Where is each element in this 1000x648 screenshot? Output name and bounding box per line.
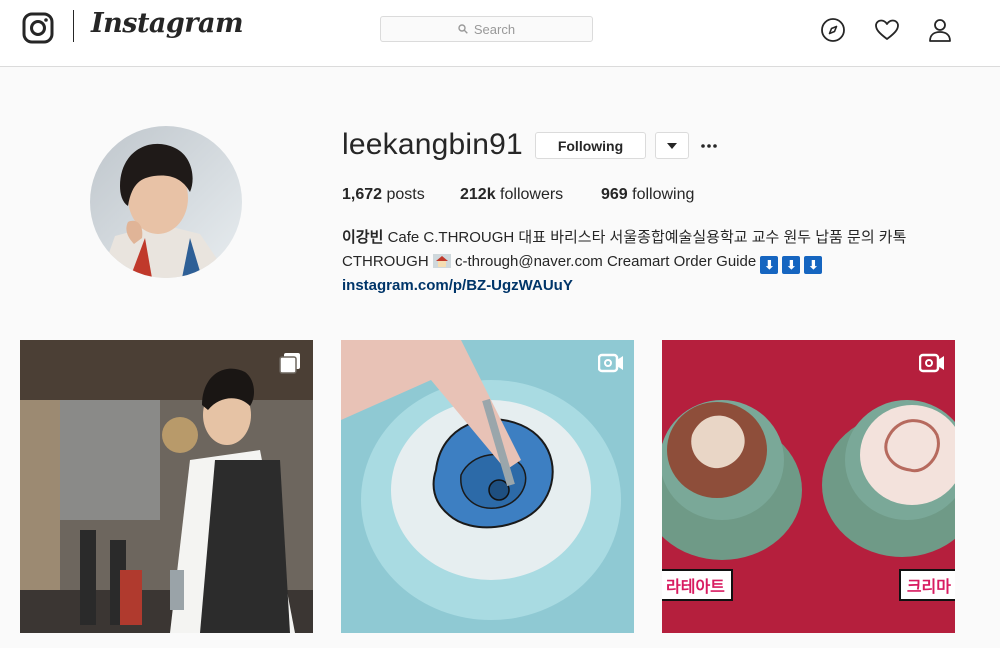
down-arrow-icon: ⬇	[782, 256, 801, 274]
video-icon	[598, 353, 623, 373]
video-caption-left: 라테아트	[662, 569, 733, 601]
profile-bio: 이강빈 Cafe C.THROUGH 대표 바리스타 서울종합예술실용학교 교수…	[342, 226, 962, 298]
following-button[interactable]: Following	[535, 132, 646, 159]
heart-icon[interactable]	[874, 17, 900, 43]
instagram-glyph-icon[interactable]	[22, 12, 54, 44]
post-thumbnail[interactable]	[20, 340, 313, 633]
post-image	[20, 340, 313, 633]
posts-count: 1,672 posts	[342, 186, 425, 203]
post-thumbnail[interactable]	[341, 340, 634, 633]
following-link[interactable]: 969 following	[601, 186, 694, 204]
more-options-button[interactable]	[698, 135, 720, 157]
compass-icon[interactable]	[820, 17, 846, 43]
search-input[interactable]: Search	[380, 16, 593, 42]
profile-avatar[interactable]	[90, 126, 242, 278]
video-caption-right: 크리마	[898, 569, 955, 601]
caret-down-icon	[667, 142, 677, 149]
profile-username: leekangbin91	[342, 128, 523, 161]
bio-external-link[interactable]: instagram.com/p/BZ-UgzWAUuY	[342, 274, 962, 298]
down-arrow-icon: ⬇	[804, 256, 823, 274]
search-placeholder: Search	[473, 21, 516, 37]
bio-email-text: c-through@naver.com Creamart Order Guide	[450, 253, 761, 270]
post-image	[341, 340, 634, 633]
person-icon[interactable]	[927, 17, 953, 43]
instagram-wordmark[interactable]: Instagram	[91, 8, 244, 39]
down-arrow-icon: ⬇	[760, 256, 779, 274]
top-navigation: Instagram Search	[0, 0, 1000, 67]
multiple-photos-icon	[279, 353, 300, 374]
house-emoji-icon	[432, 254, 451, 268]
logo-divider	[73, 10, 74, 42]
arrow-emojis: ⬇ ⬇ ⬇	[760, 256, 823, 274]
followers-link[interactable]: 212k followers	[460, 186, 563, 204]
post-thumbnail[interactable]: 라테아트 크리마	[662, 340, 955, 633]
suggested-dropdown-button[interactable]	[655, 132, 689, 159]
search-icon	[458, 24, 468, 34]
video-icon	[919, 353, 944, 373]
ellipsis-icon	[701, 144, 717, 148]
profile-full-name: 이강빈	[342, 229, 384, 246]
